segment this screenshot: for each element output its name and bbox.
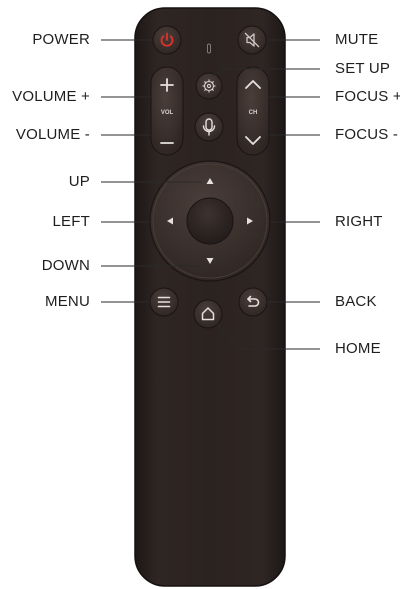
label-menu: MENU xyxy=(45,293,90,310)
voice-button[interactable] xyxy=(194,112,224,142)
label-volume-plus: VOLUME + xyxy=(12,88,90,105)
label-right: RIGHT xyxy=(335,213,383,230)
label-left: LEFT xyxy=(52,213,90,230)
label-down: DOWN xyxy=(41,257,90,274)
ok-button[interactable] xyxy=(186,197,234,245)
label-home: HOME xyxy=(335,340,381,357)
label-power: POWER xyxy=(32,31,90,48)
volume-rocker[interactable]: VOL xyxy=(150,66,184,156)
label-set-up: SET UP xyxy=(335,60,391,77)
vol-label: VOL xyxy=(161,110,174,116)
back-button[interactable] xyxy=(238,287,268,317)
label-volume-minus: VOLUME - xyxy=(15,126,90,143)
home-button[interactable] xyxy=(193,299,223,329)
label-focus-minus: FOCUS - xyxy=(335,126,399,143)
settings-button[interactable] xyxy=(195,72,223,100)
menu-button[interactable] xyxy=(149,287,179,317)
power-button[interactable] xyxy=(152,25,182,55)
label-up: UP xyxy=(68,173,90,190)
label-back: BACK xyxy=(335,293,377,310)
channel-rocker[interactable]: CH xyxy=(236,66,270,156)
label-mute: MUTE xyxy=(335,31,379,48)
ch-label: CH xyxy=(249,110,258,116)
label-focus-plus: FOCUS + xyxy=(335,88,400,105)
mute-button[interactable] xyxy=(237,25,267,55)
